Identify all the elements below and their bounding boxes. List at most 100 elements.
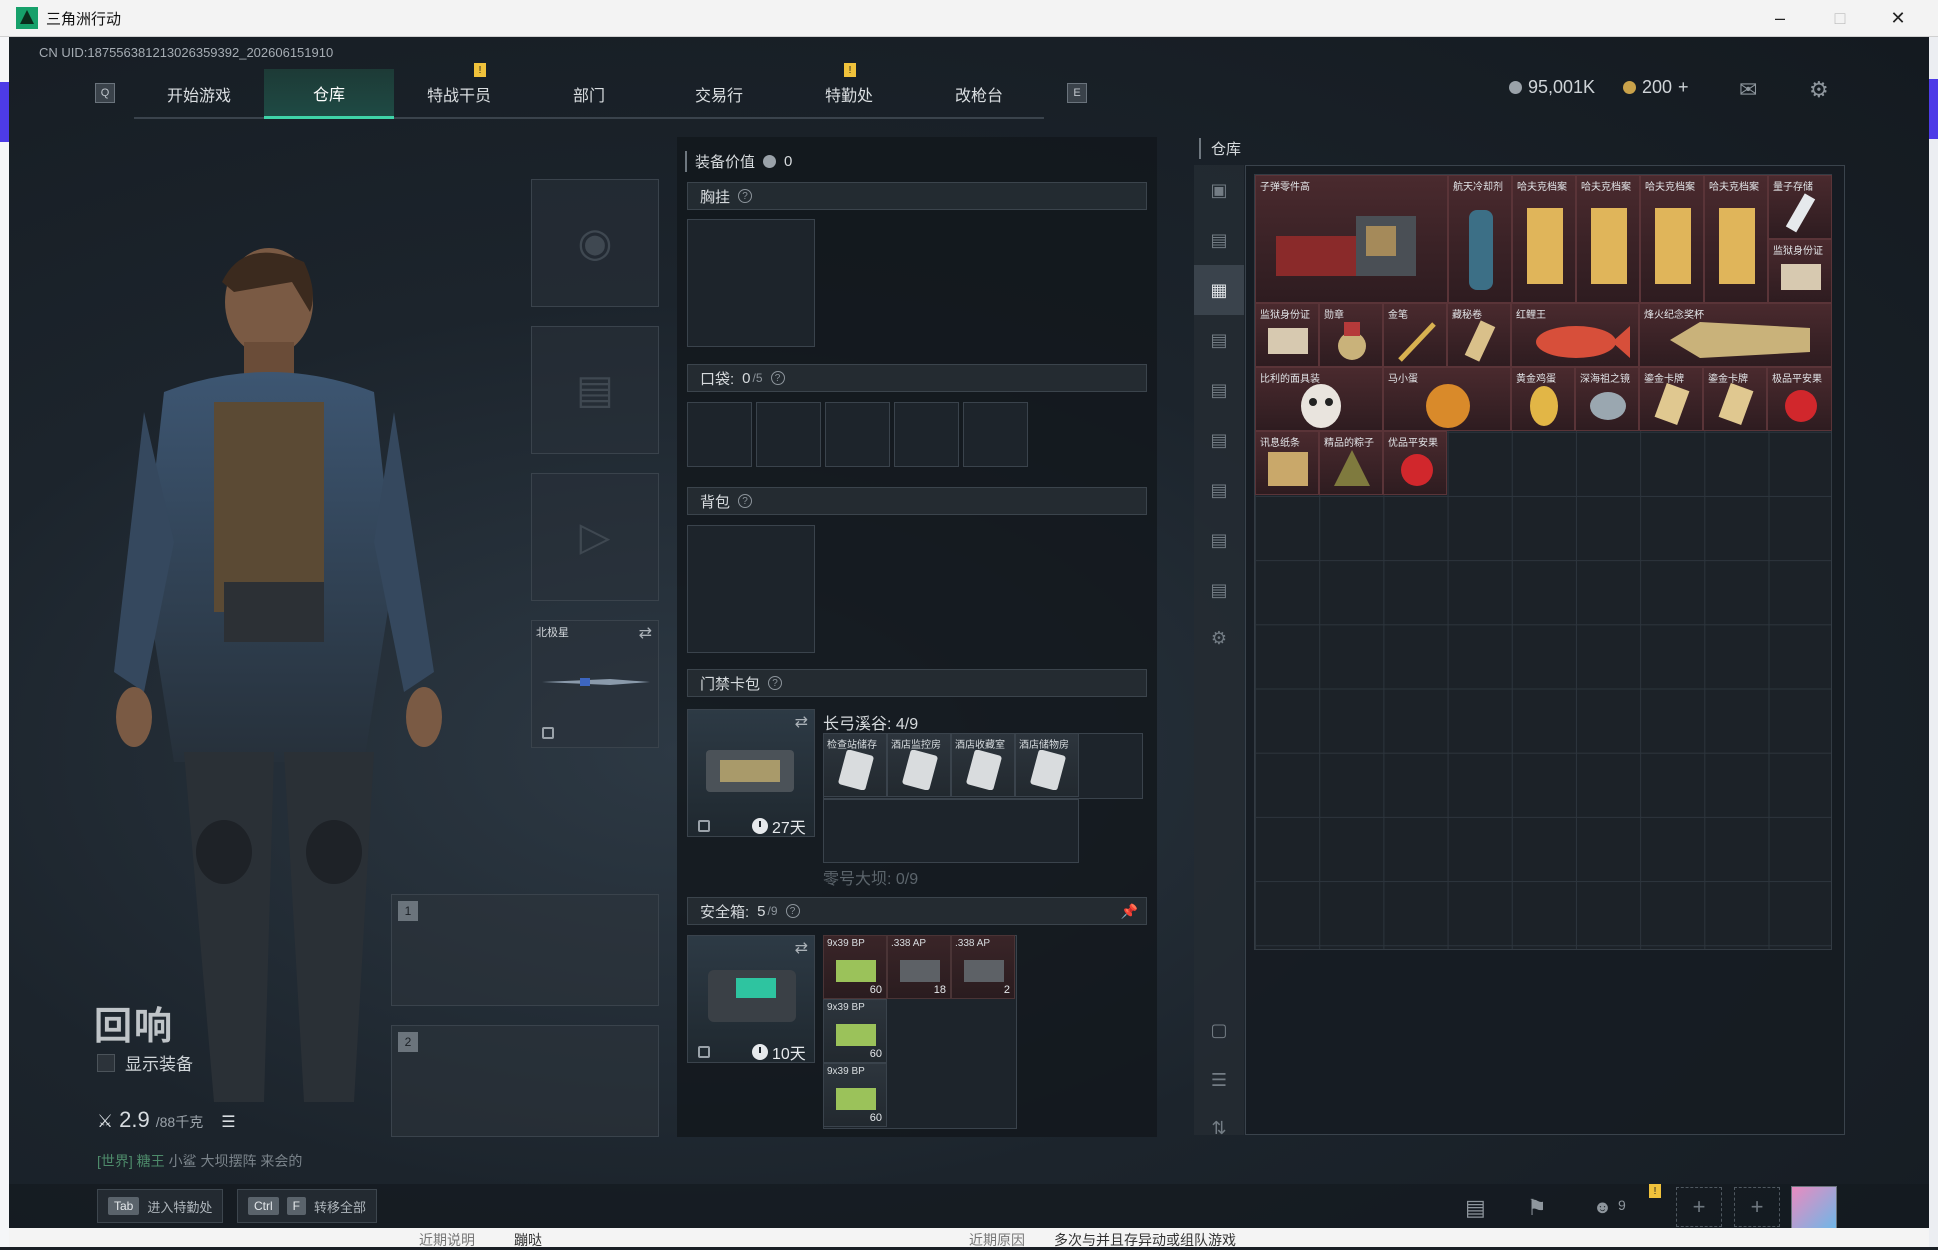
avatar[interactable] xyxy=(1791,1186,1837,1228)
keycard-case[interactable]: ⇄ 27天 xyxy=(687,709,815,837)
tab-special-ops[interactable]: 特勤处! xyxy=(784,63,914,119)
ammo-item[interactable]: .338 AP 2 xyxy=(951,935,1015,999)
warehouse-tab-icon[interactable]: ▤ xyxy=(1194,465,1244,515)
tab-gunsmith[interactable]: 改枪台 xyxy=(914,69,1044,119)
warehouse-tab-icon[interactable]: ▤ xyxy=(1194,515,1244,565)
invite-slot-button[interactable]: + xyxy=(1676,1187,1722,1227)
warehouse-tab-icon[interactable]: ▦ xyxy=(1194,265,1244,315)
pocket-slot[interactable] xyxy=(825,402,890,467)
ammo-item[interactable]: 9x39 BP 60 xyxy=(823,1063,887,1127)
warehouse-item[interactable]: 勋章 xyxy=(1319,303,1383,367)
warehouse-item[interactable]: 哈夫克档案 xyxy=(1640,175,1704,303)
warehouse-item[interactable]: 讯息纸条 xyxy=(1255,431,1319,495)
checkbox[interactable] xyxy=(97,1053,115,1072)
warehouse-item[interactable]: 哈夫克档案 xyxy=(1512,175,1576,303)
warehouse-tab-icon[interactable]: ▤ xyxy=(1194,365,1244,415)
enter-special-ops-button[interactable]: Tab 进入特勤处 xyxy=(97,1189,224,1223)
ammo-item[interactable]: 9x39 BP 60 xyxy=(823,935,887,999)
transfer-all-button[interactable]: Ctrl F 转移全部 xyxy=(237,1189,378,1223)
pocket-slot[interactable] xyxy=(756,402,821,467)
armor-slot[interactable]: ▤ xyxy=(531,326,659,454)
warehouse-item[interactable]: 航天冷却剂 xyxy=(1448,175,1512,303)
tab-department[interactable]: 部门 xyxy=(524,69,654,119)
gear-icon[interactable]: ⚙ xyxy=(1194,613,1244,663)
warehouse-item[interactable]: 烽火纪念奖杯 xyxy=(1639,303,1832,367)
swap-icon[interactable]: ⇄ xyxy=(795,938,808,958)
tab-warehouse[interactable]: 仓库 xyxy=(264,69,394,119)
tab-start-game[interactable]: 开始游戏 xyxy=(134,69,264,119)
sidearm-slot[interactable]: ▷ xyxy=(531,473,659,601)
warehouse-item[interactable]: 哈夫克档案 xyxy=(1704,175,1768,303)
warehouse-tab-icon[interactable]: ▣ xyxy=(1194,165,1244,215)
warehouse-item[interactable]: 量子存储 xyxy=(1768,175,1832,239)
helmet-slot[interactable]: ◉ xyxy=(531,179,659,307)
pocket-slot[interactable] xyxy=(894,402,959,467)
invite-slot-button[interactable]: + xyxy=(1734,1187,1780,1227)
ammo-item[interactable]: 9x39 BP 60 xyxy=(823,999,887,1063)
friends-button[interactable]: ☻ 9 xyxy=(1593,1197,1626,1218)
ticket-balance[interactable]: 200 + xyxy=(1623,77,1689,98)
warehouse-item[interactable]: 金笔 xyxy=(1383,303,1447,367)
warehouse-item[interactable]: 极品平安果 xyxy=(1767,367,1832,431)
minimize-button[interactable]: – xyxy=(1752,0,1808,37)
warehouse-item[interactable]: 精品的粽子 xyxy=(1319,431,1383,495)
tab-operators[interactable]: 特战干员! xyxy=(394,63,524,119)
chest-rig-slot[interactable] xyxy=(687,219,815,347)
warehouse-item[interactable]: 鎏金卡牌 xyxy=(1703,367,1767,431)
pocket-slot[interactable] xyxy=(687,402,752,467)
stats-icon[interactable]: ▤ xyxy=(1465,1195,1486,1221)
sort-icon[interactable]: ⇅ xyxy=(1194,1103,1244,1153)
keycard-item[interactable]: 酒店收藏室 xyxy=(951,733,1015,797)
layers-icon[interactable]: ☰ xyxy=(1194,1055,1244,1105)
primary-weapon-slot-1[interactable]: 1 xyxy=(391,894,659,1006)
warehouse-tab-icon[interactable]: ▤ xyxy=(1194,315,1244,365)
show-equipment-toggle[interactable]: 显示装备 xyxy=(97,1050,193,1075)
fish-icon xyxy=(1536,326,1630,358)
document-icon xyxy=(1527,208,1563,284)
list-icon[interactable]: ☰ xyxy=(221,1112,235,1132)
swap-icon[interactable]: ⇄ xyxy=(795,712,808,732)
keycard-item[interactable]: 检查站储存 xyxy=(823,733,887,797)
swap-icon[interactable]: ⇄ xyxy=(639,623,652,643)
maximize-button[interactable]: □ xyxy=(1812,0,1868,37)
warehouse-item[interactable]: 哈夫克档案 xyxy=(1576,175,1640,303)
help-icon[interactable]: ? xyxy=(738,494,753,508)
warehouse-item[interactable]: 马小蛋 xyxy=(1383,367,1511,431)
world-chat[interactable]: [世界] 糖王 小鲨 大坝摆阵 来会的 xyxy=(97,1151,302,1171)
help-icon[interactable]: ? xyxy=(785,904,800,918)
backpack-slot[interactable] xyxy=(687,525,815,653)
nav-left-key[interactable]: Q xyxy=(95,83,115,103)
help-icon[interactable]: ? xyxy=(770,371,785,385)
warehouse-item[interactable]: 藏秘卷 xyxy=(1447,303,1511,367)
keycard-item[interactable]: 酒店监控房 xyxy=(887,733,951,797)
warehouse-tab-icon[interactable]: ▤ xyxy=(1194,415,1244,465)
warehouse-item[interactable]: 监狱身份证 xyxy=(1255,303,1319,367)
ammo-item[interactable]: .338 AP 18 xyxy=(887,935,951,999)
trash-icon[interactable]: ▢ xyxy=(1194,1005,1244,1055)
mail-icon[interactable]: ✉ xyxy=(1739,77,1757,103)
warehouse-item[interactable]: 红鲤王 xyxy=(1511,303,1639,367)
primary-weapon-slot-2[interactable]: 2 xyxy=(391,1025,659,1137)
melee-slot[interactable]: 北极星 ⇄ xyxy=(531,620,659,748)
add-currency-button[interactable]: + xyxy=(1678,77,1689,98)
close-button[interactable]: ✕ xyxy=(1870,0,1926,37)
warehouse-item[interactable]: 深海祖之镜 xyxy=(1575,367,1639,431)
tab-trade[interactable]: 交易行 xyxy=(654,69,784,119)
warehouse-tab-icon[interactable]: ▤ xyxy=(1194,215,1244,265)
help-icon[interactable]: ? xyxy=(738,189,753,203)
warehouse-tab-icon[interactable]: ▤ xyxy=(1194,565,1244,615)
pin-icon[interactable]: 📌 xyxy=(1121,903,1138,920)
warehouse-item[interactable]: 鎏金卡牌 xyxy=(1639,367,1703,431)
warehouse-item[interactable]: 黄金鸡蛋 xyxy=(1511,367,1575,431)
gear-icon[interactable]: ⚙ xyxy=(1809,77,1829,103)
help-icon[interactable]: ? xyxy=(768,676,783,690)
warehouse-item[interactable]: 优品平安果 xyxy=(1383,431,1447,495)
warehouse-item[interactable]: 比利的面具装 xyxy=(1255,367,1383,431)
pocket-slot[interactable] xyxy=(963,402,1028,467)
safebox-case[interactable]: ⇄ 10天 xyxy=(687,935,815,1063)
warehouse-item[interactable]: 子弹零件高 xyxy=(1255,175,1448,303)
nav-right-key[interactable]: E xyxy=(1067,83,1087,103)
warehouse-item[interactable]: 监狱身份证 xyxy=(1768,239,1832,303)
flag-icon[interactable]: ⚑ xyxy=(1527,1195,1547,1221)
keycard-item[interactable]: 酒店储物房 xyxy=(1015,733,1079,797)
